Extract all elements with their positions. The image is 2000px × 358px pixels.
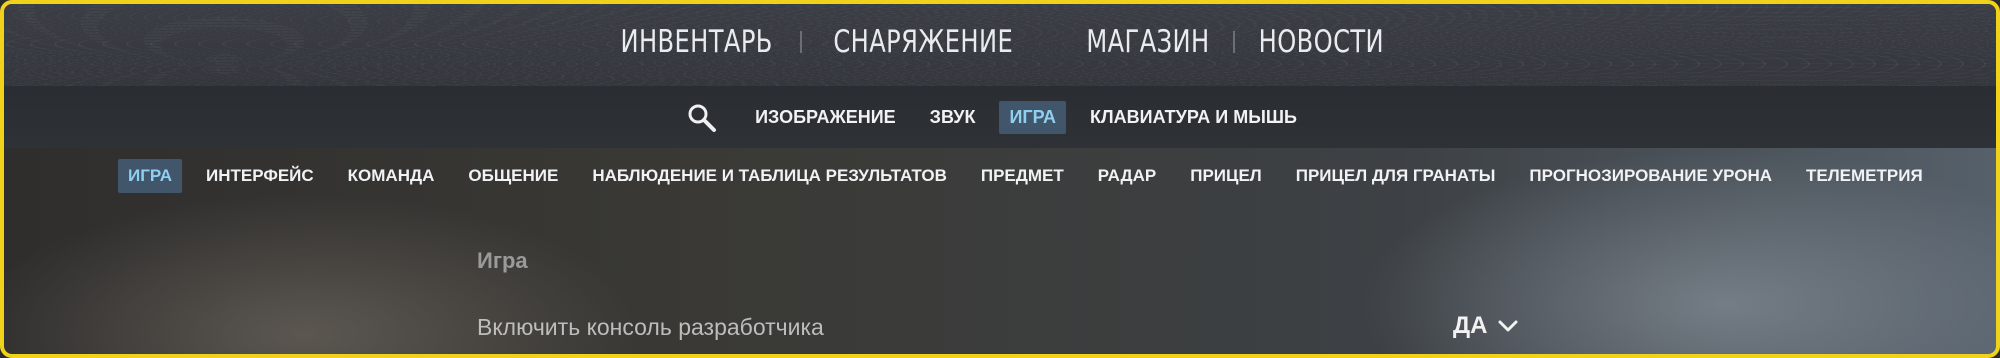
game-subtabs: ИГРА ИНТЕРФЕЙС КОМАНДА ОБЩЕНИЕ НАБЛЮДЕНИ… (118, 159, 1947, 193)
dropdown-value: ДА (1453, 312, 1488, 339)
subtab-game[interactable]: ИГРА (118, 159, 182, 193)
subtab-spectating-scoreboard[interactable]: НАБЛЮДЕНИЕ И ТАБЛИЦА РЕЗУЛЬТАТОВ (582, 159, 957, 193)
subtab-grenade-crosshair[interactable]: ПРИЦЕЛ ДЛЯ ГРАНАТЫ (1286, 159, 1506, 193)
subtab-item[interactable]: ПРЕДМЕТ (971, 159, 1074, 193)
subtab-interface[interactable]: ИНТЕРФЕЙС (196, 159, 324, 193)
tab-audio[interactable]: ЗВУК (920, 101, 986, 134)
settings-category-bar: ИЗОБРАЖЕНИЕ ЗВУК ИГРА КЛАВИАТУРА И МЫШЬ (4, 86, 1996, 148)
divider (1232, 31, 1235, 53)
window-frame: ИНВЕНТАРЬ СНАРЯЖЕНИЕ МАГАЗИН НОВОСТИ ИЗО… (0, 0, 2000, 358)
developer-console-dropdown[interactable]: ДА (1453, 312, 1519, 340)
tab-keyboard-mouse[interactable]: КЛАВИАТУРА И МЫШЬ (1080, 101, 1307, 134)
settings-category-nav: ИЗОБРАЖЕНИЕ ЗВУК ИГРА КЛАВИАТУРА И МЫШЬ (4, 101, 1996, 134)
subtab-communication[interactable]: ОБЩЕНИЕ (458, 159, 568, 193)
search-icon[interactable] (686, 102, 718, 134)
subtab-damage-prediction[interactable]: ПРОГНОЗИРОВАНИЕ УРОНА (1519, 159, 1782, 193)
tab-video[interactable]: ИЗОБРАЖЕНИЕ (745, 101, 906, 134)
setting-row-developer-console: Включить консоль разработчика ДА (477, 310, 1519, 346)
top-nav-store[interactable]: МАГАЗИН (1083, 24, 1212, 60)
setting-label: Включить консоль разработчика (477, 314, 824, 340)
top-nav-news[interactable]: НОВОСТИ (1255, 24, 1387, 60)
top-nav-loadout[interactable]: СНАРЯЖЕНИЕ (830, 24, 1016, 60)
top-nav-inventory[interactable]: ИНВЕНТАРЬ (617, 24, 776, 60)
subtab-team[interactable]: КОМАНДА (338, 159, 445, 193)
section-title: Игра (477, 248, 528, 273)
subtab-radar[interactable]: РАДАР (1088, 159, 1166, 193)
subtab-telemetry[interactable]: ТЕЛЕМЕТРИЯ (1796, 159, 1933, 193)
top-navigation-bar: ИНВЕНТАРЬ СНАРЯЖЕНИЕ МАГАЗИН НОВОСТИ (4, 4, 1996, 87)
chevron-down-icon (1498, 320, 1518, 332)
subtab-crosshair[interactable]: ПРИЦЕЛ (1180, 159, 1271, 193)
tab-game[interactable]: ИГРА (999, 101, 1067, 134)
divider (800, 31, 803, 53)
main-menu: ИНВЕНТАРЬ СНАРЯЖЕНИЕ МАГАЗИН НОВОСТИ (4, 24, 1996, 60)
